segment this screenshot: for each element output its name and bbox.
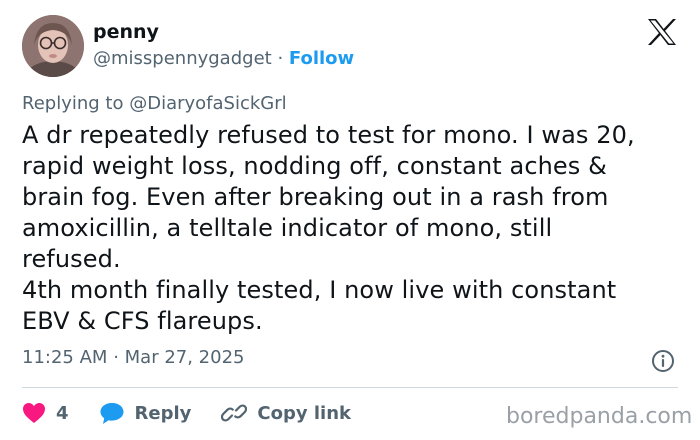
author-name[interactable]: penny [93,21,159,43]
action-divider [22,387,678,388]
info-icon[interactable] [651,349,675,373]
x-logo-icon[interactable] [647,18,677,46]
reply-label: Reply [134,402,192,424]
tweet-text: A dr repeatedly refused to test for mono… [22,121,635,335]
author-handle[interactable]: @misspennygadget [93,48,272,69]
avatar-image [22,15,84,77]
reply-context-mention[interactable]: @DiaryofaSickGrl [129,93,286,114]
heart-icon [23,403,45,423]
tweet-date: Mar 27, 2025 [124,347,245,368]
author-handle-line: @misspennygadget · Follow [93,48,354,69]
link-icon [221,404,248,422]
watermark: boredpanda.com [506,404,693,429]
avatar[interactable] [22,15,84,77]
reply-bubble-icon [100,403,124,424]
like-count: 4 [56,402,69,424]
action-bar: 4 Reply Copy link [22,398,381,428]
like-button[interactable]: 4 [22,402,69,424]
tweet-time: 11:25 AM [22,347,108,368]
copy-link-label: Copy link [257,402,351,424]
reply-context: Replying to @DiaryofaSickGrl [22,93,287,114]
tweet-timestamp[interactable]: 11:25 AM · Mar 27, 2025 [22,347,245,368]
follow-button[interactable]: Follow [289,48,354,69]
timestamp-separator: · [113,347,119,368]
handle-separator: · [277,48,284,69]
reply-button[interactable]: Reply [99,401,192,425]
reply-context-prefix: Replying to [22,93,124,114]
copy-link-button[interactable]: Copy link [221,401,351,425]
